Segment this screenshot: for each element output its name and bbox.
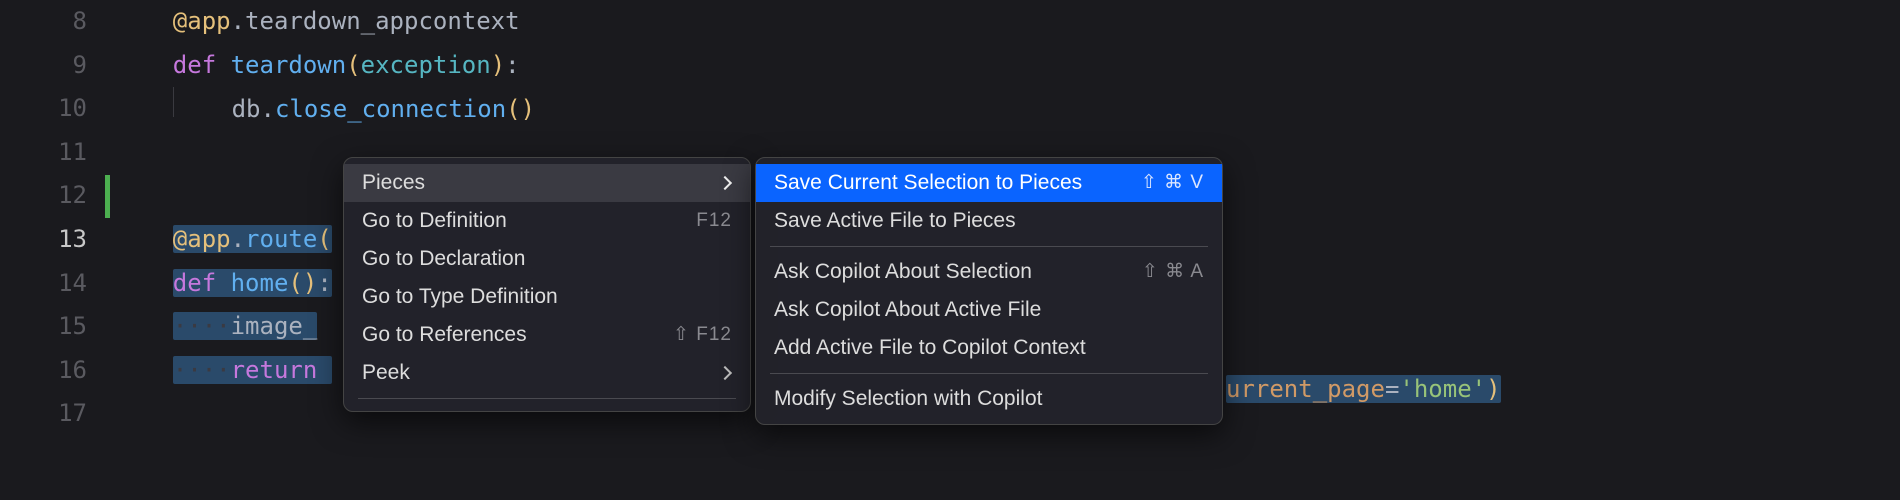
- menu-item-goto-references[interactable]: Go to References ⇧ F12: [344, 316, 750, 354]
- token-dot: .: [261, 95, 275, 123]
- chevron-right-icon: [718, 366, 732, 380]
- token-var: db: [232, 95, 261, 123]
- menu-separator: [358, 398, 736, 399]
- menu-item-peek[interactable]: Peek: [344, 354, 750, 392]
- code-line: db.close_connection(): [115, 87, 1900, 131]
- menu-item-add-file-copilot-context[interactable]: Add Active File to Copilot Context: [756, 329, 1222, 367]
- line-number: 14: [0, 262, 87, 306]
- token-keyword: return: [231, 356, 318, 384]
- menu-item-ask-copilot-selection[interactable]: Ask Copilot About Selection ⇧ ⌘ A: [756, 253, 1222, 291]
- code-fragment: urrent_page='home'): [1226, 368, 1501, 412]
- line-number: 15: [0, 305, 87, 349]
- line-number: 10: [0, 87, 87, 131]
- whitespace-indicator: ····: [173, 356, 231, 384]
- menu-item-label: Add Active File to Copilot Context: [774, 336, 1086, 360]
- chevron-right-icon: [718, 176, 732, 190]
- token-space: [216, 269, 230, 297]
- git-gutter-added: [105, 175, 110, 218]
- token-paren: (: [506, 95, 520, 123]
- menu-item-label: Save Active File to Pieces: [774, 209, 1016, 233]
- token-paren: (: [288, 269, 302, 297]
- code-line: @app.teardown_appcontext: [115, 0, 1900, 44]
- menu-item-label: Pieces: [362, 171, 425, 195]
- token-paren: (: [317, 225, 331, 253]
- line-number: 12: [0, 174, 87, 218]
- token-decorator: @app: [173, 7, 231, 35]
- token-func: route: [245, 225, 317, 253]
- line-number: 9: [0, 44, 87, 88]
- code-line: def teardown(exception):: [115, 44, 1900, 88]
- line-number: 17: [0, 392, 87, 436]
- context-menu[interactable]: Pieces Go to Definition F12 Go to Declar…: [343, 157, 751, 412]
- line-number: 8: [0, 0, 87, 44]
- menu-item-goto-declaration[interactable]: Go to Declaration: [344, 240, 750, 278]
- token-colon: :: [317, 269, 331, 297]
- token-paren: ): [303, 269, 317, 297]
- menu-item-label: Ask Copilot About Active File: [774, 298, 1041, 322]
- whitespace-indicator: ····: [173, 312, 231, 340]
- token-func: home: [231, 269, 289, 297]
- token-space: [216, 51, 230, 79]
- token-param: exception: [361, 51, 491, 79]
- context-submenu-pieces[interactable]: Save Current Selection to Pieces ⇧ ⌘ V S…: [755, 157, 1223, 425]
- token-var: image_: [231, 312, 318, 340]
- token-attr: teardown_appcontext: [245, 7, 520, 35]
- menu-item-label: Ask Copilot About Selection: [774, 260, 1032, 284]
- menu-item-modify-selection-copilot[interactable]: Modify Selection with Copilot: [756, 380, 1222, 418]
- menu-separator: [770, 246, 1208, 247]
- token-func: close_connection: [275, 95, 506, 123]
- line-number-gutter: 8 9 10 11 12 13 14 15 16 17: [0, 0, 115, 436]
- menu-item-save-file-to-pieces[interactable]: Save Active File to Pieces: [756, 202, 1222, 240]
- menu-item-label: Go to References: [362, 323, 527, 347]
- menu-item-ask-copilot-file[interactable]: Ask Copilot About Active File: [756, 291, 1222, 329]
- token-paren: ): [491, 51, 505, 79]
- menu-item-label: Modify Selection with Copilot: [774, 387, 1042, 411]
- token-dot: .: [231, 7, 245, 35]
- menu-item-goto-definition[interactable]: Go to Definition F12: [344, 202, 750, 240]
- menu-item-label: Save Current Selection to Pieces: [774, 171, 1082, 195]
- token-func: teardown: [231, 51, 347, 79]
- menu-separator: [770, 373, 1208, 374]
- line-number: 11: [0, 131, 87, 175]
- menu-item-goto-type-definition[interactable]: Go to Type Definition: [344, 278, 750, 316]
- menu-item-save-selection-to-pieces[interactable]: Save Current Selection to Pieces ⇧ ⌘ V: [756, 164, 1222, 202]
- menu-shortcut: ⇧ F12: [673, 323, 732, 347]
- menu-item-label: Go to Declaration: [362, 247, 525, 271]
- token-keyword: def: [173, 51, 216, 79]
- token-dot: .: [231, 225, 245, 253]
- token-kwarg: urrent_page: [1226, 375, 1385, 403]
- token-colon: :: [505, 51, 519, 79]
- token-keyword: def: [173, 269, 216, 297]
- menu-shortcut: ⇧ ⌘ A: [1142, 260, 1204, 284]
- line-number: 16: [0, 349, 87, 393]
- menu-item-label: Peek: [362, 361, 410, 385]
- token-space: [317, 356, 331, 384]
- token-paren: ): [1486, 375, 1500, 403]
- token-paren: (: [346, 51, 360, 79]
- token-string: 'home': [1399, 375, 1486, 403]
- menu-item-label: Go to Type Definition: [362, 285, 558, 309]
- menu-item-pieces[interactable]: Pieces: [344, 164, 750, 202]
- line-number-current: 13: [0, 218, 87, 262]
- token-paren: ): [521, 95, 535, 123]
- indent-guide: [173, 87, 174, 117]
- menu-shortcut: ⇧ ⌘ V: [1141, 171, 1204, 195]
- menu-item-label: Go to Definition: [362, 209, 507, 233]
- menu-shortcut: F12: [696, 209, 732, 233]
- token-decorator: @app: [173, 225, 231, 253]
- token-eq: =: [1385, 375, 1399, 403]
